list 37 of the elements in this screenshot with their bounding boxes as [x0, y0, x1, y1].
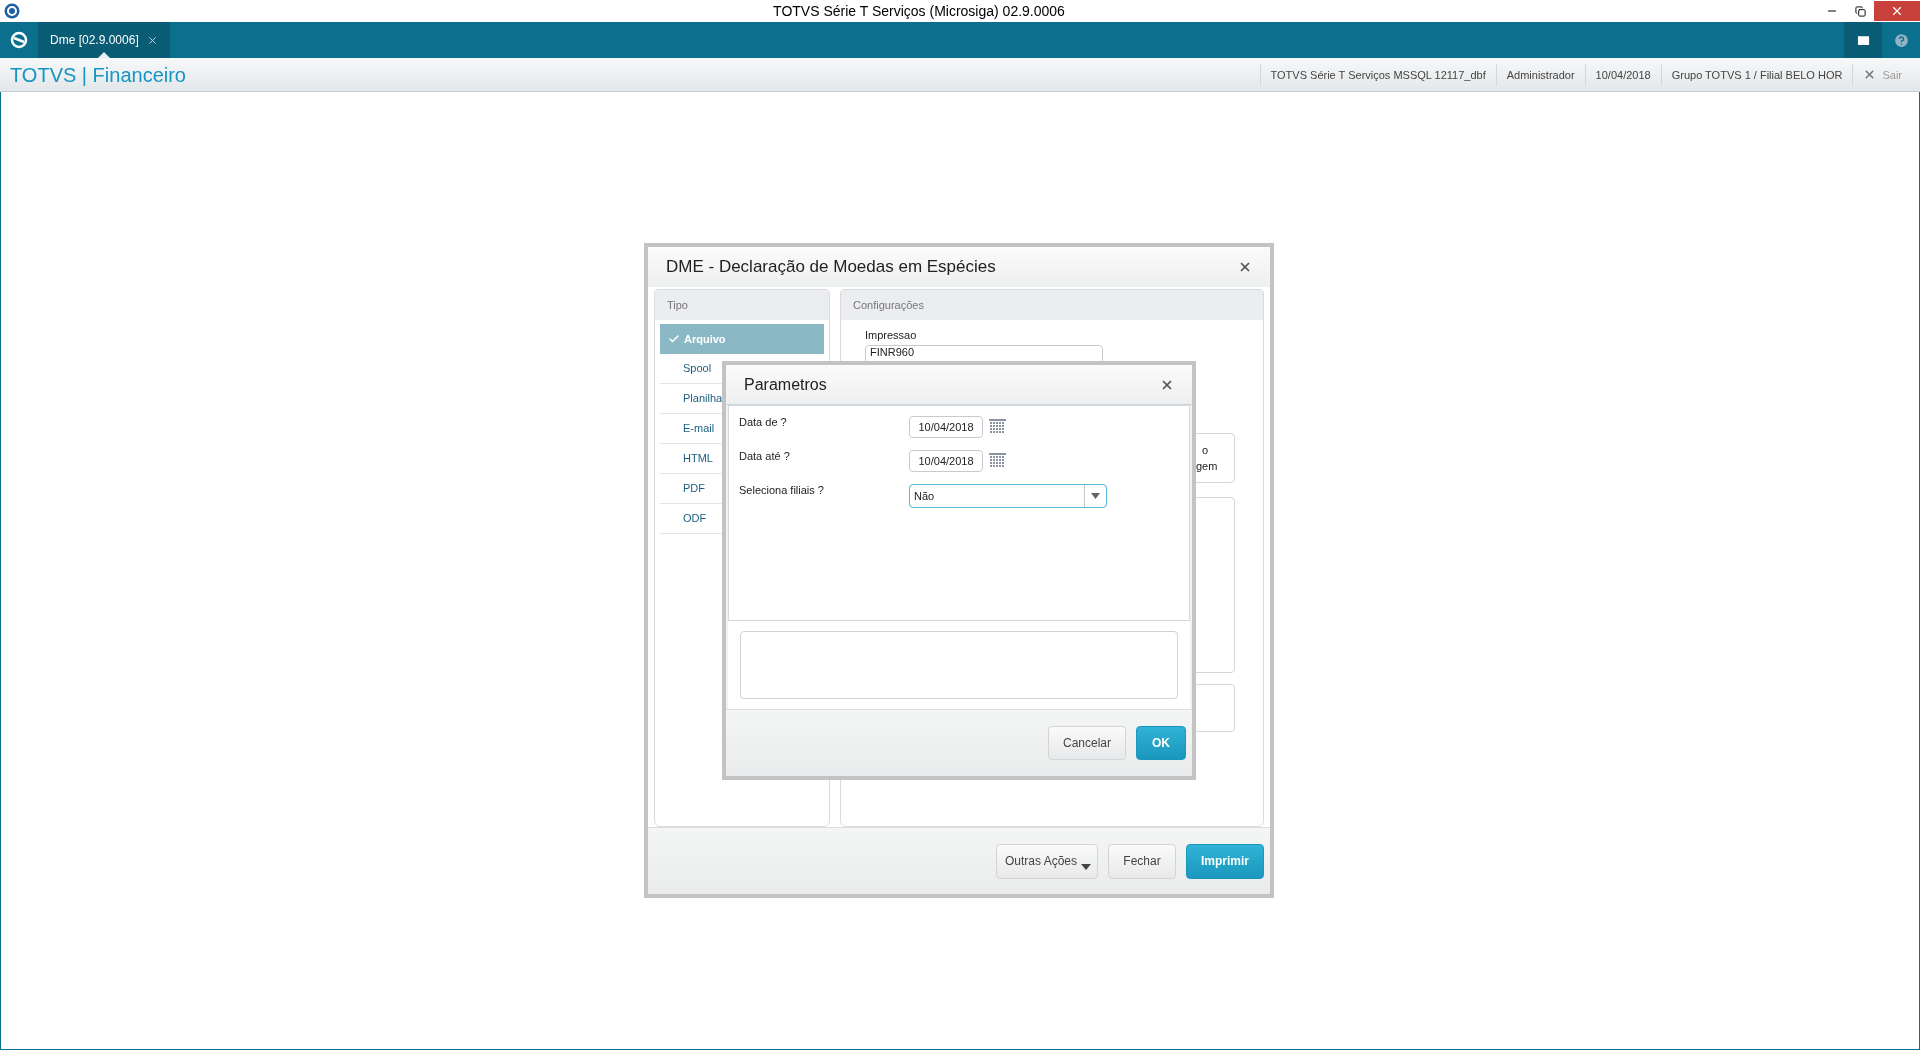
- date-field[interactable]: 10/04/2018: [909, 416, 983, 438]
- option-text: gem: [1196, 459, 1219, 474]
- header-info: Administrador: [1495, 63, 1585, 86]
- close-icon[interactable]: [146, 34, 158, 46]
- logo-icon: [10, 31, 28, 49]
- button[interactable]: Cancelar: [1048, 726, 1126, 760]
- field-label: Seleciona filiais ?: [739, 483, 825, 498]
- date-field[interactable]: 10/04/2018: [909, 450, 983, 472]
- dialog-title: Parametros: [744, 374, 827, 395]
- calendar-icon[interactable]: [989, 453, 1006, 469]
- select-field[interactable]: Não: [909, 484, 1107, 508]
- close-icon[interactable]: [1238, 260, 1252, 274]
- field-label: Impressao: [865, 328, 918, 343]
- mail-icon: [1855, 32, 1871, 48]
- header-info: TOTVS Série T Serviços MSSQL 12117_dbf: [1259, 63, 1496, 86]
- restore-icon: [1854, 5, 1866, 17]
- field-label: Data de ?: [739, 415, 788, 430]
- module-title: TOTVS | Financeiro: [10, 62, 186, 88]
- app-logo-icon: [4, 3, 20, 19]
- menu-button[interactable]: Outras Ações: [996, 843, 1098, 879]
- header-info: 10/04/2018: [1584, 63, 1661, 86]
- panel-title: Tipo: [667, 297, 688, 313]
- tab[interactable]: Dme [02.9.0006]: [38, 22, 170, 58]
- mail-button[interactable]: [1844, 22, 1882, 58]
- help-icon: [1892, 31, 1910, 49]
- field-label: Data até ?: [739, 449, 791, 464]
- option-text: o: [1202, 442, 1210, 458]
- calendar-icon[interactable]: [989, 419, 1006, 435]
- dropdown-icon: [1091, 493, 1100, 499]
- button[interactable]: Fechar: [1108, 843, 1176, 879]
- header-info: Grupo TOTVS 1 / Filial BELO HOR: [1660, 63, 1853, 86]
- window-title: TOTVS Série T Serviços (Microsiga) 02.9.0006: [773, 1, 1065, 21]
- panel-title: Configurações: [853, 297, 924, 313]
- dialog-title: DME - Declaração de Moedas em Espécies: [666, 256, 996, 279]
- check-icon: [668, 333, 680, 345]
- caret-icon: [1081, 863, 1091, 870]
- close-icon: [1890, 4, 1904, 18]
